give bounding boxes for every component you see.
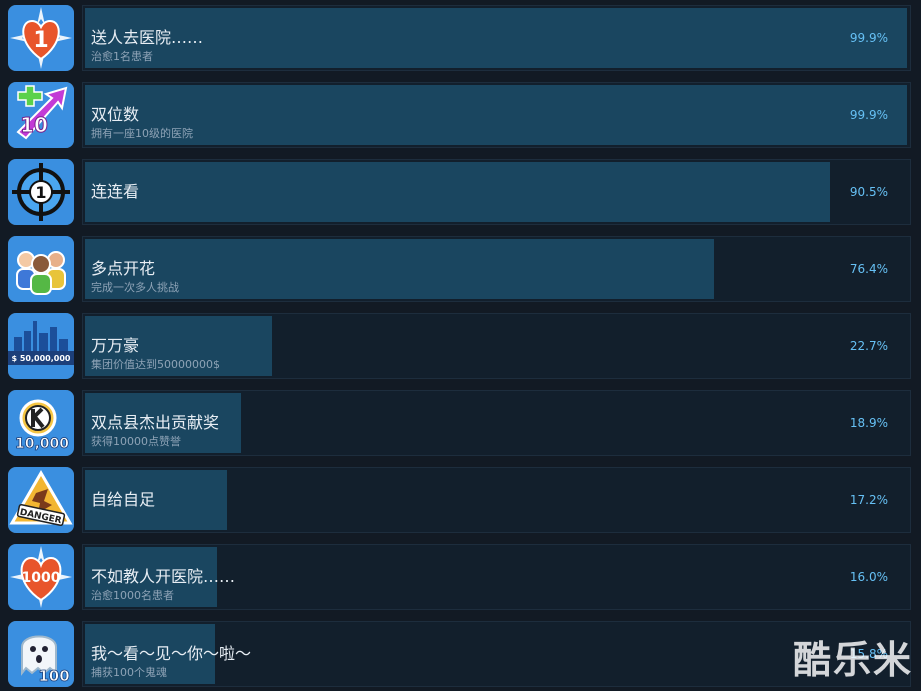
achievement-title: 我～看～见～你～啦～ — [91, 644, 252, 663]
progress-fill — [85, 239, 714, 299]
unlock-percentage: 16.0% — [849, 570, 888, 584]
achievement-row[interactable]: 100 我～看～见～你～啦～ 捕获100个鬼魂 15.8% — [0, 621, 921, 691]
achievement-title: 自给自足 — [91, 490, 156, 509]
achievement-title: 连连看 — [91, 182, 140, 201]
achievement-description: 捕获100个鬼魂 — [91, 666, 167, 679]
achievement-title: 送人去医院…… — [91, 28, 204, 47]
watermark-logo: 酷乐米 — [792, 638, 913, 682]
achievement-description: 集团价值达到50000000$ — [91, 358, 220, 371]
progress-bar: 不如教人开医院…… 治愈1000名患者 16.0% — [82, 544, 911, 610]
city-50m-icon: $ 50,000,000 — [8, 313, 74, 379]
achievement-description: 治愈1名患者 — [91, 50, 153, 63]
svg-text:1: 1 — [35, 183, 46, 202]
progress-bar: 送人去医院…… 治愈1名患者 99.9% — [82, 5, 911, 71]
crosshair-1-icon: 1 — [8, 159, 74, 225]
achievement-row[interactable]: 多点开花 完成一次多人挑战 76.4% — [0, 236, 921, 306]
progress-bar: 双点县杰出贡献奖 获得10000点赞誉 18.9% — [82, 390, 911, 456]
achievement-row[interactable]: 1 连连看 90.5% — [0, 159, 921, 229]
achievement-row[interactable]: 10 双位数 拥有一座10级的医院 99.9% — [0, 82, 921, 152]
progress-bar: 我～看～见～你～啦～ 捕获100个鬼魂 15.8% — [82, 621, 911, 687]
level-10-arrow-icon: 10 — [8, 82, 74, 148]
danger-sign-icon: DANGER — [8, 467, 74, 533]
achievement-title: 双位数 — [91, 105, 140, 124]
achievement-row[interactable]: 10,000 双点县杰出贡献奖 获得10000点赞誉 18.9% — [0, 390, 921, 460]
svg-text:1: 1 — [33, 28, 48, 53]
achievement-title: 双点县杰出贡献奖 — [91, 413, 220, 432]
progress-bar: 双位数 拥有一座10级的医院 99.9% — [82, 82, 911, 148]
multiplayer-people-icon — [8, 236, 74, 302]
icon-label: 100 — [38, 667, 69, 685]
progress-fill — [85, 85, 907, 145]
achievement-row[interactable]: $ 50,000,000 万万豪 集团价值达到50000000$ 22.7% — [0, 313, 921, 383]
svg-text:10: 10 — [20, 113, 48, 137]
unlock-percentage: 99.9% — [849, 31, 888, 45]
icon-label: $ 50,000,000 — [12, 354, 71, 363]
heart-1000-icon: 1000 — [8, 544, 74, 610]
progress-bar: 多点开花 完成一次多人挑战 76.4% — [82, 236, 911, 302]
achievement-title: 多点开花 — [91, 259, 156, 278]
achievement-description: 获得10000点赞誉 — [91, 435, 181, 448]
kudos-10000-icon: 10,000 — [8, 390, 74, 456]
achievement-title: 万万豪 — [91, 336, 140, 355]
achievement-row[interactable]: DANGER 自给自足 17.2% — [0, 467, 921, 537]
unlock-percentage: 17.2% — [849, 493, 888, 507]
unlock-percentage: 90.5% — [849, 185, 888, 199]
unlock-percentage: 99.9% — [849, 108, 888, 122]
icon-label: 10,000 — [15, 436, 69, 452]
achievement-description: 治愈1000名患者 — [91, 589, 174, 602]
heart-1-icon: 1 — [8, 5, 74, 71]
progress-bar: 连连看 90.5% — [82, 159, 911, 225]
achievement-title: 不如教人开医院…… — [91, 567, 236, 586]
achievement-row[interactable]: 1000 不如教人开医院…… 治愈1000名患者 16.0% — [0, 544, 921, 614]
icon-label: 1000 — [22, 570, 61, 586]
unlock-percentage: 22.7% — [849, 339, 888, 353]
achievement-description: 完成一次多人挑战 — [91, 281, 179, 294]
progress-fill — [85, 162, 830, 222]
achievement-description: 拥有一座10级的医院 — [91, 127, 193, 140]
progress-bar: 自给自足 17.2% — [82, 467, 911, 533]
ghost-100-icon: 100 — [8, 621, 74, 687]
achievement-row[interactable]: 1 送人去医院…… 治愈1名患者 99.9% — [0, 5, 921, 75]
unlock-percentage: 76.4% — [849, 262, 888, 276]
progress-fill — [85, 8, 907, 68]
progress-bar: 万万豪 集团价值达到50000000$ 22.7% — [82, 313, 911, 379]
unlock-percentage: 18.9% — [849, 416, 888, 430]
